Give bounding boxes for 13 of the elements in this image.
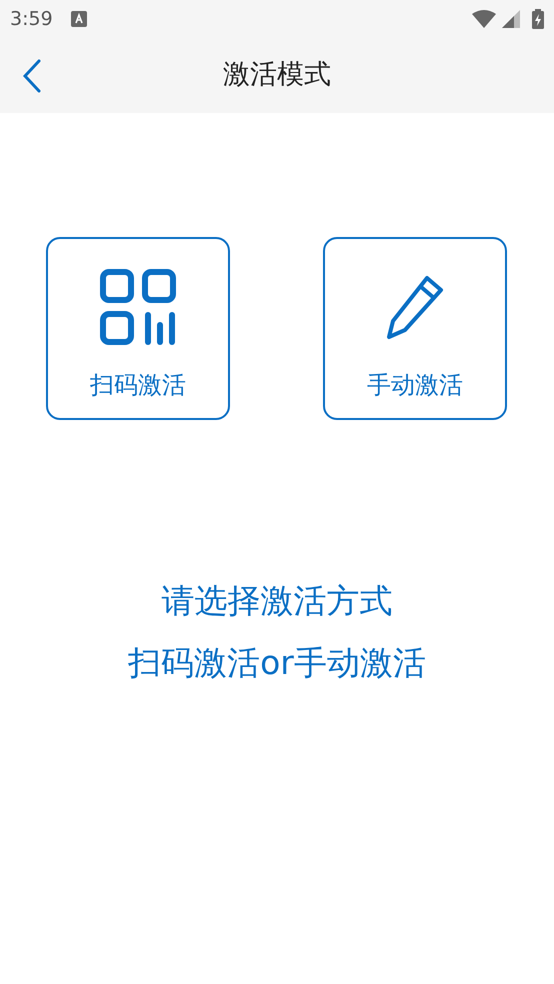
keyboard-notification-icon — [70, 11, 87, 27]
qr-code-icon — [100, 269, 176, 345]
page-title: 激活模式 — [223, 58, 331, 92]
hint-text: 扫码激活or手动激活 — [128, 642, 426, 684]
activation-option-card[interactable]: 手动激活 — [323, 237, 507, 420]
activation-option-card[interactable]: 扫码激活 — [46, 237, 230, 420]
pencil-icon — [385, 274, 445, 340]
back-icon — [23, 58, 41, 92]
battery-charging-icon — [532, 9, 544, 29]
status-time: 3:59 — [10, 6, 53, 32]
signal-icon — [502, 10, 520, 28]
hint-text: 请选择激活方式 — [162, 580, 392, 622]
wifi-icon — [472, 10, 496, 28]
